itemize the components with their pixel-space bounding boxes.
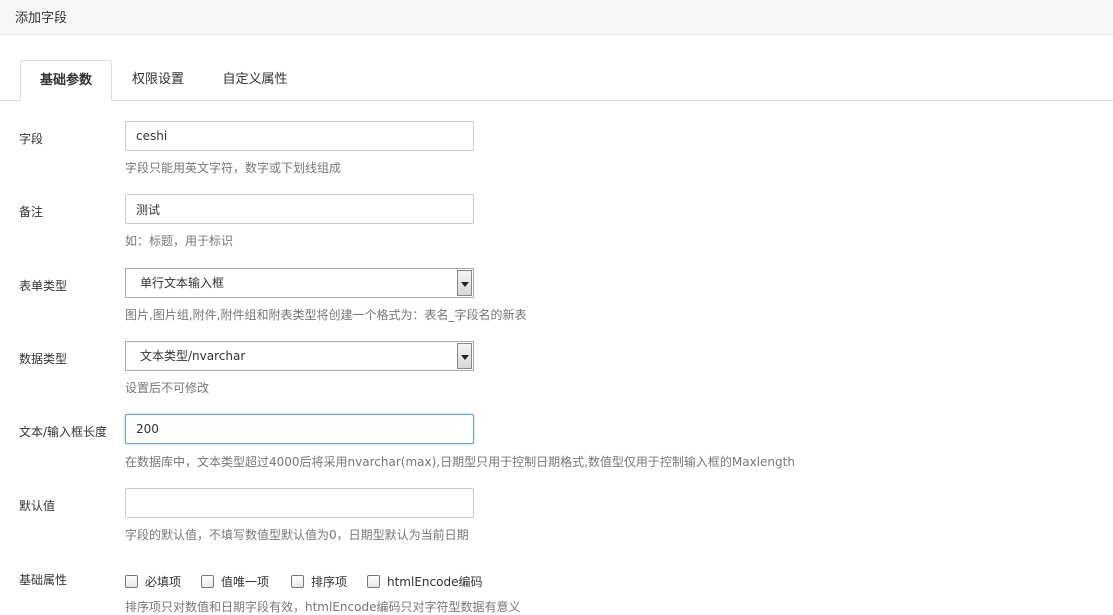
remark-hint: 如：标题，用于标识 bbox=[125, 234, 234, 248]
checkbox-icon[interactable] bbox=[201, 574, 214, 588]
form-type-label: 表单类型 bbox=[19, 279, 68, 293]
tab-bar: 基础参数 权限设置 自定义属性 bbox=[0, 60, 1113, 101]
basic-attributes-hint: 排序项只对数值和日期字段有效，htmlEncode编码只对字符型数据有意义 bbox=[125, 600, 521, 614]
tab-custom-attributes[interactable]: 自定义属性 bbox=[210, 60, 300, 101]
required-checkbox-label: 必填项 bbox=[145, 574, 182, 589]
form-type-select[interactable]: 单行文本输入框 bbox=[125, 268, 474, 298]
htmlencode-checkbox[interactable]: htmlEncode编码 bbox=[367, 571, 482, 591]
remark-input[interactable] bbox=[125, 194, 474, 224]
field-hint: 字段只能用英文字符，数字或下划线组成 bbox=[125, 161, 342, 175]
form-type-hint: 图片,图片组,附件,附件组和附表类型将创建一个格式为：表名_字段名的新表 bbox=[125, 308, 527, 322]
sortable-checkbox[interactable]: 排序项 bbox=[291, 571, 347, 591]
length-label: 文本/输入框长度 bbox=[19, 425, 108, 439]
checkbox-icon[interactable] bbox=[291, 574, 304, 588]
unique-checkbox-label: 值唯一项 bbox=[221, 574, 270, 589]
data-type-selected: 文本类型/nvarchar bbox=[140, 349, 246, 363]
data-type-label: 数据类型 bbox=[19, 352, 68, 366]
tab-basic-params[interactable]: 基础参数 bbox=[20, 60, 112, 101]
field-name-input[interactable] bbox=[125, 121, 474, 151]
default-hint: 字段的默认值，不填写数值型默认值为0，日期型默认为当前日期 bbox=[125, 528, 469, 542]
tab-permissions[interactable]: 权限设置 bbox=[120, 60, 196, 101]
data-type-select[interactable]: 文本类型/nvarchar bbox=[125, 341, 474, 371]
default-label: 默认值 bbox=[19, 499, 56, 513]
data-type-hint: 设置后不可修改 bbox=[125, 381, 210, 395]
chevron-down-icon[interactable] bbox=[457, 270, 472, 296]
field-label: 字段 bbox=[19, 132, 44, 146]
chevron-down-icon[interactable] bbox=[457, 343, 472, 369]
remark-label: 备注 bbox=[19, 205, 44, 219]
sortable-checkbox-label: 排序项 bbox=[311, 574, 348, 589]
length-hint: 在数据库中，文本类型超过4000后将采用nvarchar(max),日期型只用于… bbox=[125, 455, 795, 469]
title-bar: 添加字段 bbox=[0, 0, 1113, 35]
length-input[interactable] bbox=[125, 414, 474, 444]
checkbox-icon[interactable] bbox=[367, 574, 380, 588]
basic-attributes-label: 基础属性 bbox=[19, 573, 68, 587]
default-value-input[interactable] bbox=[125, 488, 474, 518]
page-title: 添加字段 bbox=[15, 11, 68, 26]
required-checkbox[interactable]: 必填项 bbox=[125, 571, 181, 591]
htmlencode-checkbox-label: htmlEncode编码 bbox=[387, 574, 483, 589]
checkbox-icon[interactable] bbox=[125, 574, 138, 588]
unique-checkbox[interactable]: 值唯一项 bbox=[201, 571, 269, 591]
form-type-selected: 单行文本输入框 bbox=[140, 276, 225, 290]
